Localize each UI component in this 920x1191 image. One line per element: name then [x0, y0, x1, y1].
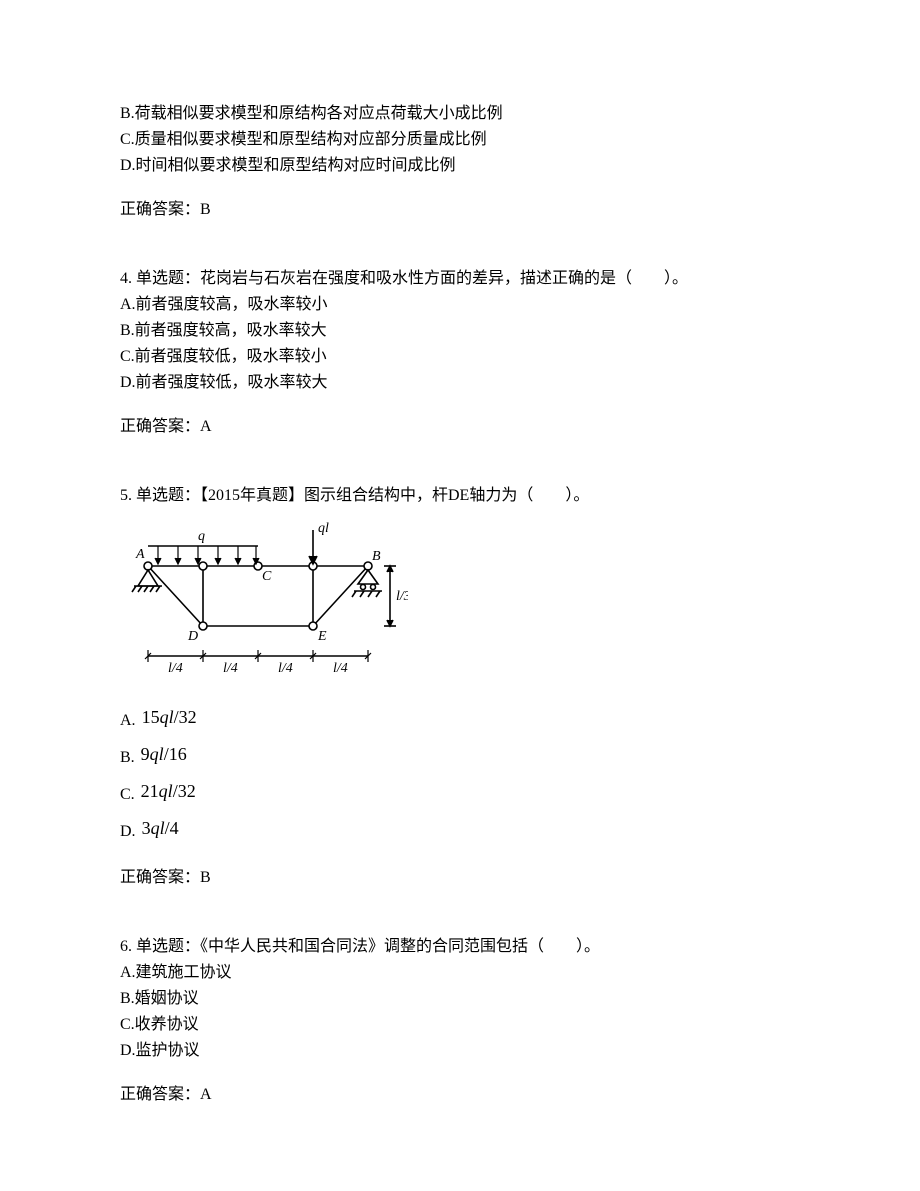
option-b: B.前者强度较高，吸水率较大 [120, 319, 800, 343]
question-4: 4. 单选题：花岗岩与石灰岩在强度和吸水性方面的差异，描述正确的是（ ）。 A.… [120, 267, 800, 439]
option-b: B. 9ql/16 [120, 741, 800, 772]
diagram-svg: q ql A B C D E l/3 l/4 l/4 l/4 l/4 [128, 516, 408, 696]
option-a: A.前者强度较高，吸水率较小 [120, 293, 800, 317]
question-stem: 6. 单选题：《中华人民共和国合同法》调整的合同范围包括（ ）。 [120, 935, 800, 959]
label-q: q [198, 529, 205, 544]
option-b: B.婚姻协议 [120, 987, 800, 1011]
option-d: D.监护协议 [120, 1039, 800, 1063]
option-d: D. 3ql/4 [120, 815, 800, 846]
label-d: D [187, 629, 198, 644]
label-l4-2: l/4 [223, 661, 238, 676]
label-l4-1: l/4 [168, 661, 183, 676]
option-expr: 15ql/32 [142, 704, 197, 735]
label-l3: l/3 [396, 589, 408, 604]
option-c: C.收养协议 [120, 1013, 800, 1037]
option-letter: C. [120, 783, 135, 809]
answer-text: 正确答案：B [120, 198, 800, 222]
question-6: 6. 单选题：《中华人民共和国合同法》调整的合同范围包括（ ）。 A.建筑施工协… [120, 935, 800, 1107]
label-l4-3: l/4 [278, 661, 293, 676]
question-stem: 4. 单选题：花岗岩与石灰岩在强度和吸水性方面的差异，描述正确的是（ ）。 [120, 267, 800, 291]
option-letter: B. [120, 746, 135, 772]
label-ql: ql [318, 521, 329, 536]
answer-text: 正确答案：A [120, 415, 800, 439]
question-5: 5. 单选题：【2015年真题】图示组合结构中，杆DE轴力为（ ）。 [120, 484, 800, 890]
structure-diagram: q ql A B C D E l/3 l/4 l/4 l/4 l/4 [128, 516, 408, 696]
option-c: C.前者强度较低，吸水率较小 [120, 345, 800, 369]
label-c: C [262, 569, 272, 584]
option-a: A.建筑施工协议 [120, 961, 800, 985]
option-letter: D. [120, 820, 136, 846]
question-stem: 5. 单选题：【2015年真题】图示组合结构中，杆DE轴力为（ ）。 [120, 484, 800, 508]
question-3-fragment: B.荷载相似要求模型和原结构各对应点荷载大小成比例 C.质量相似要求模型和原型结… [120, 102, 800, 222]
answer-text: 正确答案：A [120, 1083, 800, 1107]
answer-text: 正确答案：B [120, 866, 800, 890]
option-expr: 9ql/16 [141, 741, 187, 772]
option-letter: A. [120, 709, 136, 735]
option-d: D.时间相似要求模型和原型结构对应时间成比例 [120, 154, 800, 178]
option-c: C.质量相似要求模型和原型结构对应部分质量成比例 [120, 128, 800, 152]
label-l4-4: l/4 [333, 661, 348, 676]
option-b: B.荷载相似要求模型和原结构各对应点荷载大小成比例 [120, 102, 800, 126]
label-e: E [317, 629, 327, 644]
label-b: B [372, 549, 381, 564]
option-expr: 21ql/32 [141, 778, 196, 809]
option-d: D.前者强度较低，吸水率较大 [120, 371, 800, 395]
option-a: A. 15ql/32 [120, 704, 800, 735]
option-expr: 3ql/4 [142, 815, 179, 846]
option-c: C. 21ql/32 [120, 778, 800, 809]
label-a: A [135, 547, 145, 562]
